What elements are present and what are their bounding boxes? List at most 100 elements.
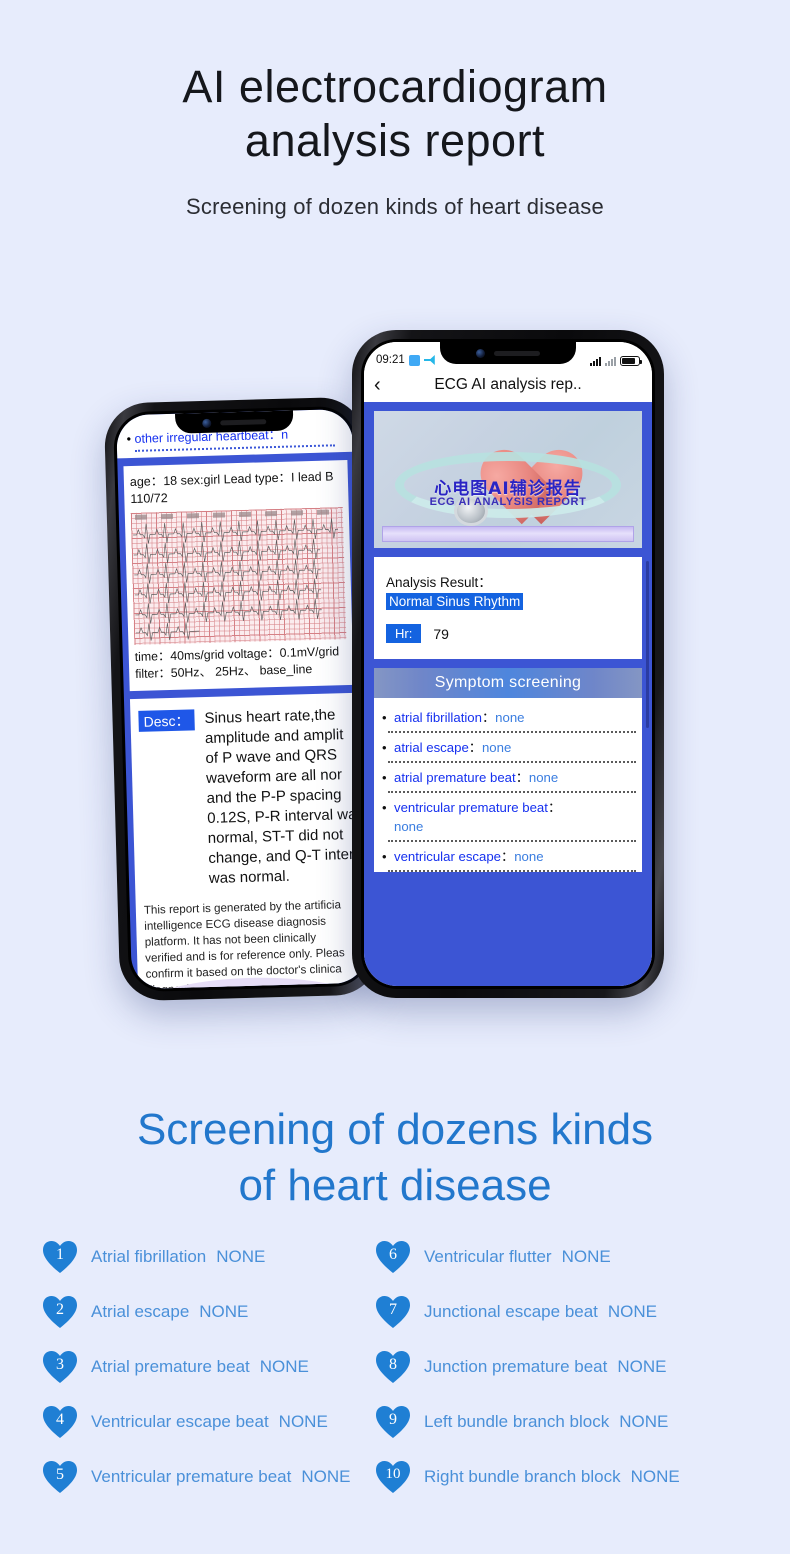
disease-status: NONE <box>630 1467 680 1486</box>
list-item: 7 Junctional escape beat NONE <box>375 1295 790 1329</box>
phone-right: 09:21 ‹ ECG AI analysis rep.. 心电图AI辅诊报告 … <box>352 330 664 998</box>
disease-name: Junction premature beat <box>424 1357 608 1376</box>
list-item: 10 Right bundle branch block NONE <box>375 1460 790 1494</box>
bottom-title-line-2: of heart disease <box>238 1161 552 1210</box>
symptom-value: none <box>514 849 544 864</box>
dotted-divider <box>388 761 636 763</box>
bottom-title: Screening of dozens kinds of heart disea… <box>0 1102 790 1214</box>
battery-icon <box>620 356 642 366</box>
analysis-result-value: Normal Sinus Rhythm <box>386 593 524 610</box>
dotted-divider <box>135 444 335 452</box>
phone-right-screen: 09:21 ‹ ECG AI analysis rep.. 心电图AI辅诊报告 … <box>364 342 652 986</box>
list-item: ventricular premature beat： none <box>374 798 642 836</box>
page-title-line-1: AI electrocardiogram <box>182 61 608 112</box>
disease-status: NONE <box>259 1357 309 1376</box>
disease-name: Right bundle branch block <box>424 1467 621 1486</box>
list-item-text: Atrial escape NONE <box>91 1302 248 1322</box>
phone-left-screen: • other irregular heartbeat：n age：18 sex… <box>116 408 368 990</box>
report-banner-image: 心电图AI辅诊报告 ECG AI ANALYSIS REPORT <box>374 411 642 548</box>
phone-left: • other irregular heartbeat：n age：18 sex… <box>103 396 381 1002</box>
symptom-name: atrial premature beat <box>394 770 516 785</box>
list-item-text: Atrial fibrillation NONE <box>91 1247 265 1267</box>
symptom-colon: ： <box>547 800 562 815</box>
symptom-name: atrial escape <box>394 740 469 755</box>
symptom-name: ventricular premature beat <box>394 800 548 815</box>
page-root: AI electrocardiogram analysis report Scr… <box>0 0 790 1554</box>
ecg-traces <box>133 518 339 641</box>
description-row: Desc： Sinus heart rate,the amplitude and… <box>138 705 357 891</box>
earpiece-speaker-icon <box>494 350 540 356</box>
symptom-value: none <box>394 819 424 834</box>
list-item: atrial escape：none <box>374 738 642 757</box>
badge-number: 1 <box>56 1245 64 1263</box>
symptom-list: atrial fibrillation：none atrial escape：n… <box>374 708 642 872</box>
wifi-share-icon <box>423 355 435 365</box>
badge-number: 3 <box>56 1355 64 1373</box>
list-item-text: Junction premature beat NONE <box>424 1357 666 1377</box>
phone-mockups: • other irregular heartbeat：n age：18 sex… <box>0 330 790 1030</box>
page-title: AI electrocardiogram analysis report <box>0 60 790 168</box>
disease-list-column-left: 1 Atrial fibrillation NONE 2 Atrial escap… <box>0 1240 365 1494</box>
symptom-name: ventricular escape <box>394 849 502 864</box>
list-item: 3 Atrial premature beat NONE <box>42 1350 365 1384</box>
list-item: ventricular escape：none <box>374 847 642 866</box>
disease-name: Atrial fibrillation <box>91 1247 207 1266</box>
page-title-line-2: analysis report <box>244 115 546 166</box>
heart-number-badge: 6 <box>375 1240 411 1274</box>
badge-number: 8 <box>389 1355 397 1373</box>
desc-line: was normal. <box>208 867 290 887</box>
list-item: atrial fibrillation：none <box>374 708 642 727</box>
disease-list: 1 Atrial fibrillation NONE 2 Atrial escap… <box>0 1240 790 1494</box>
disease-status: NONE <box>607 1302 658 1321</box>
heart-number-badge: 2 <box>42 1295 78 1329</box>
badge-number: 10 <box>385 1466 401 1482</box>
dotted-divider <box>388 731 636 733</box>
front-camera-icon <box>476 348 485 358</box>
disease-status: NONE <box>278 1412 328 1431</box>
app-badge-icon <box>408 354 420 366</box>
disease-status: NONE <box>216 1247 266 1266</box>
notch-left <box>175 410 294 434</box>
disease-status: NONE <box>617 1357 667 1376</box>
symptom-screening-card: atrial fibrillation：none atrial escape：n… <box>374 698 642 872</box>
desc-tag: Desc： <box>138 709 195 732</box>
back-chevron-icon[interactable]: ‹ <box>374 375 381 395</box>
disease-list-column-right: 6 Ventricular flutter NONE 7 Junctional e… <box>365 1240 790 1494</box>
symptom-name: atrial fibrillation <box>394 710 482 725</box>
symptom-value: none <box>481 740 512 755</box>
heart-rate-row: Hr: 79 <box>386 624 630 643</box>
list-item-text: Atrial premature beat NONE <box>91 1357 309 1377</box>
disease-name: Junctional escape beat <box>424 1302 598 1321</box>
symptom-screening-header: Symptom screening <box>374 668 642 698</box>
symptom-colon: ： <box>501 849 515 864</box>
page-subtitle: Screening of dozen kinds of heart diseas… <box>186 194 604 219</box>
ecg-report-card: age：18 sex:girl Lead type：I lead B 110/7… <box>123 459 354 692</box>
symptom-colon: ： <box>468 740 482 755</box>
list-item-text: Right bundle branch block NONE <box>424 1467 680 1487</box>
disease-name: Atrial premature beat <box>91 1357 250 1376</box>
badge-number: 4 <box>56 1410 64 1428</box>
list-item: 9 Left bundle branch block NONE <box>375 1405 790 1439</box>
ecg-waveform-image <box>130 507 347 645</box>
heart-number-badge: 3 <box>42 1350 78 1384</box>
disease-status: NONE <box>301 1467 351 1486</box>
heart-number-badge: 4 <box>42 1405 78 1439</box>
heart-number-badge: 10 <box>375 1460 411 1494</box>
scrollbar[interactable] <box>646 560 649 729</box>
hero-section: AI electrocardiogram analysis report Scr… <box>0 60 790 220</box>
app-title: ECG AI analysis rep.. <box>434 376 582 393</box>
disclaimer-text: This report is generated by the artifici… <box>144 897 355 989</box>
list-item: 5 Ventricular premature beat NONE <box>42 1460 365 1494</box>
status-time: 09:21 <box>376 354 405 366</box>
heart-number-badge: 5 <box>42 1460 78 1494</box>
symptom-colon: ： <box>515 770 529 785</box>
dotted-divider <box>388 791 636 793</box>
badge-number: 7 <box>389 1300 397 1318</box>
badge-number: 6 <box>389 1245 397 1263</box>
list-item-text: Junctional escape beat NONE <box>424 1302 657 1322</box>
banner-title-en: ECG AI ANALYSIS REPORT <box>429 495 587 508</box>
heart-number-badge: 9 <box>375 1405 411 1439</box>
list-item-text: Ventricular escape beat NONE <box>91 1412 328 1432</box>
list-item-text: Left bundle branch block NONE <box>424 1412 668 1432</box>
status-bar-right <box>590 356 642 366</box>
